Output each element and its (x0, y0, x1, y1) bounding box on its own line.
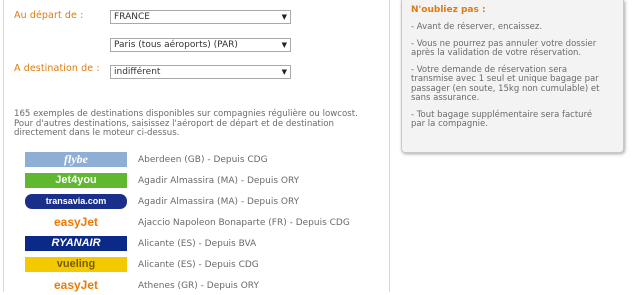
reminder-item: - Tout bagage supplémentaire sera factur… (411, 110, 614, 130)
easyjet-logo: easyJet (25, 215, 127, 230)
departure-airport-value: Paris (tous aéroports) (PAR) (114, 40, 238, 50)
ryanair-logo: RYANAIR (25, 236, 127, 251)
destination-select[interactable]: indifférent ▼ (110, 65, 291, 79)
reminder-item: - Avant de réserver, encaissez. (411, 22, 614, 33)
departure-country-select[interactable]: FRANCE ▼ (110, 10, 291, 24)
destination-value: indifférent (114, 67, 161, 77)
chevron-down-icon: ▼ (281, 13, 287, 21)
destination-text: Aberdeen (GB) - Depuis CDG (138, 155, 268, 165)
intro-line: directement dans le moteur ci-dessus. (14, 128, 180, 138)
reminder-line: par la compagnie. (411, 119, 488, 129)
destination-row[interactable]: easyJet Athenes (GR) - Depuis ORY (25, 278, 385, 295)
destinations-intro: 165 exemples de destinations disponibles… (14, 109, 386, 139)
destination-text: Agadir Almassira (MA) - Depuis ORY (138, 197, 300, 207)
transavia-logo: transavia.com (25, 194, 127, 209)
destination-row[interactable]: RYANAIR Alicante (ES) - Depuis BVA (25, 236, 385, 253)
destination-text: Alicante (ES) - Depuis CDG (138, 260, 259, 270)
easyjet-logo: easyJet (25, 278, 127, 293)
left-border (3, 0, 4, 292)
destination-row[interactable]: Jet4you Agadir Almassira (MA) - Depuis O… (25, 173, 385, 190)
departure-airport-select[interactable]: Paris (tous aéroports) (PAR) ▼ (110, 38, 291, 52)
vueling-logo: vueling (25, 257, 127, 272)
destination-label: A destination de : (14, 63, 100, 74)
destination-row[interactable]: flybe Aberdeen (GB) - Depuis CDG (25, 152, 385, 169)
reminder-title: N'oubliez pas : (411, 5, 486, 15)
flybe-logo: flybe (25, 152, 127, 167)
destination-text: Agadir Almassira (MA) - Depuis ORY (138, 176, 300, 186)
departure-label: Au départ de : (14, 10, 84, 21)
reminder-item: - Votre demande de réservation sera tran… (411, 65, 614, 104)
reminder-line: - Avant de réserver, encaissez. (411, 22, 543, 32)
jet4you-logo: Jet4you (25, 173, 127, 188)
chevron-down-icon: ▼ (281, 41, 287, 49)
reminder-item: - Vous ne pourrez pas annuler votre doss… (411, 39, 614, 59)
destination-text: Ajaccio Napoleon Bonaparte (FR) - Depuis… (138, 218, 350, 228)
destination-row[interactable]: vueling Alicante (ES) - Depuis CDG (25, 257, 385, 274)
right-border (389, 0, 390, 292)
destination-text: Alicante (ES) - Depuis BVA (138, 239, 257, 249)
destination-row[interactable]: transavia.com Agadir Almassira (MA) - De… (25, 194, 385, 211)
destination-row[interactable]: easyJet Ajaccio Napoleon Bonaparte (FR) … (25, 215, 385, 232)
destination-text: Athenes (GR) - Depuis ORY (138, 281, 259, 291)
chevron-down-icon: ▼ (281, 68, 287, 76)
reminder-line: après la validation de votre réservation… (411, 48, 582, 58)
reminder-line: sans assurance. (411, 93, 480, 103)
reminder-box: N'oubliez pas : - Avant de réserver, enc… (401, 0, 624, 153)
departure-country-value: FRANCE (114, 12, 150, 22)
